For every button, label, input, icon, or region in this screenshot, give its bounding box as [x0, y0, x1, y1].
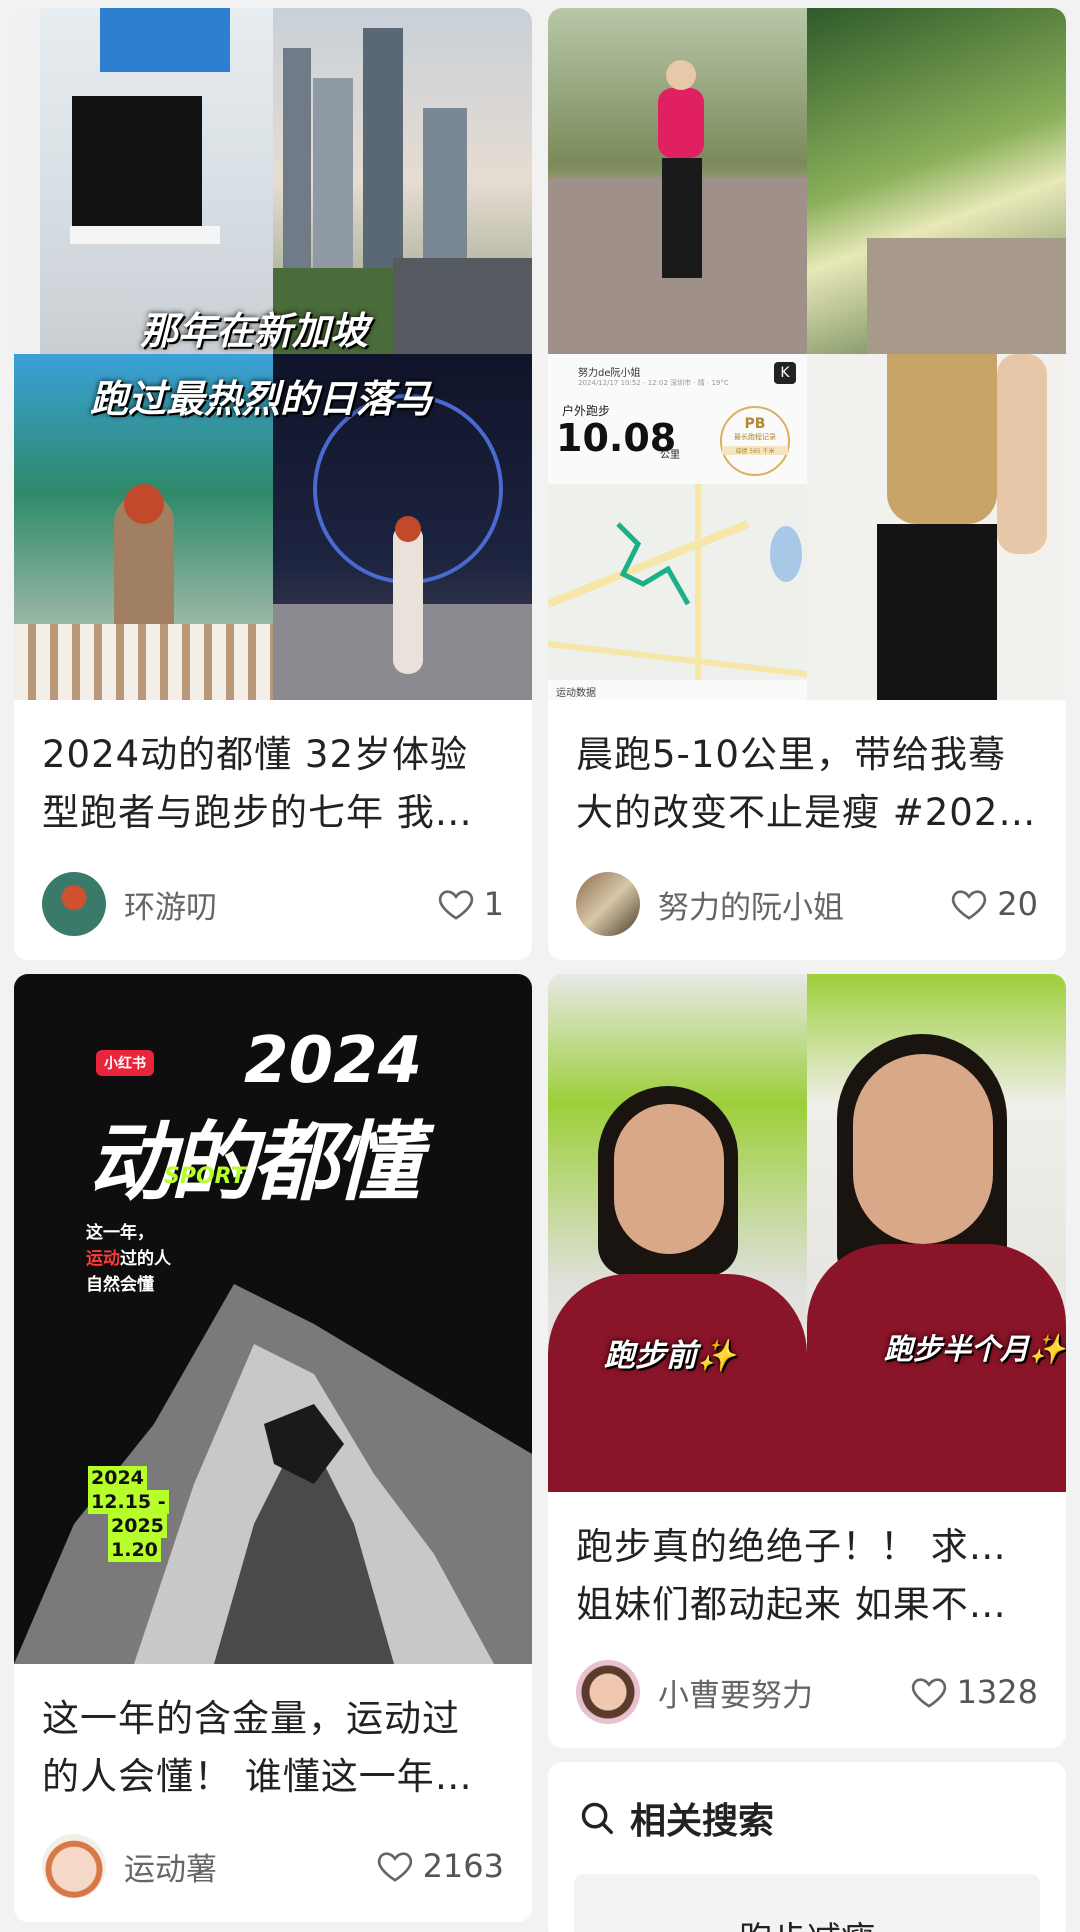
author-name[interactable]: 环游叨 [124, 882, 436, 927]
brand-tag: 小红书 [96, 1050, 154, 1076]
run-user: 努力de阮小姐 [578, 368, 641, 379]
run-unit: 公里 [660, 450, 680, 461]
note-cover-image: 跑步前✨ 跑步半个月✨ [548, 974, 1066, 1492]
image-caption-1: 那年在新加坡 [140, 309, 369, 353]
note-cover-image: 那年在新加坡 跑过最热烈的日落马 [14, 8, 532, 700]
note-meta: 运动薯 2163 [42, 1834, 504, 1898]
run-record-screenshot: 努力de阮小姐 2024/12/17 10:52 - 12:02 深圳市 · 晴… [548, 354, 807, 700]
photo-outfit [807, 354, 1066, 700]
app-logo: K [774, 362, 796, 384]
note-title: 这一年的含金量，运动过 的人会懂！ 谁懂这一年… [42, 1697, 473, 1798]
author-name[interactable]: 运动薯 [124, 1844, 375, 1889]
like-button[interactable]: 2163 [375, 1846, 504, 1886]
like-button[interactable]: 1 [436, 884, 504, 924]
search-icon [581, 1802, 613, 1834]
note-card[interactable]: 跑步前✨ 跑步半个月✨ 跑步真的绝绝子！！ 求求了 姐妹们都动起来 如果不… 小… [548, 974, 1066, 1748]
related-search-chip[interactable]: 跑步减瘦 [574, 1874, 1040, 1932]
note-title: 晨跑5-10公里，带给我蓦 大的改变不止是瘦 #202… [576, 733, 1037, 834]
like-count: 20 [997, 885, 1038, 923]
author-name[interactable]: 努力的阮小姐 [658, 882, 949, 927]
poster-title: 动的都懂 [88, 1113, 420, 1213]
pixel-mountain [14, 1224, 532, 1664]
note-card[interactable]: 小红书 2024 动的都懂 SPORT 这一年， 运动过的人 自然会懂 2024… [14, 974, 532, 1922]
run-date: 2024/12/17 10:52 - 12:02 深圳市 · 晴 · 19°C [578, 379, 729, 387]
like-button[interactable]: 20 [949, 884, 1038, 924]
heart-icon [911, 1678, 946, 1708]
related-searches-title: 相关搜索 [630, 1801, 775, 1842]
note-meta: 环游叨 1 [42, 872, 504, 936]
poster-year: 2024 [244, 1024, 423, 1098]
photo-before [548, 974, 807, 1492]
heart-icon [377, 1852, 412, 1882]
note-card[interactable]: 努力de阮小姐 2024/12/17 10:52 - 12:02 深圳市 · 晴… [548, 8, 1066, 960]
before-label: 跑步前✨ [604, 1338, 736, 1374]
like-count: 2163 [422, 1847, 504, 1885]
note-meta: 小曹要努力 1328 [576, 1660, 1038, 1724]
like-count: 1 [483, 885, 504, 923]
poster-dates: 2024 12.15 - 2025 1.20 [88, 1466, 169, 1562]
image-caption-2: 跑过最热烈的日落马 [90, 377, 433, 421]
poster-sport: SPORT [164, 1164, 246, 1189]
avatar[interactable] [576, 1660, 640, 1724]
run-map [548, 484, 807, 680]
photo-after [807, 974, 1066, 1492]
run-footer: 运动数据 [556, 688, 596, 699]
related-searches: 相关搜索 跑步减瘦 [548, 1762, 1066, 1932]
avatar[interactable] [42, 872, 106, 936]
avatar[interactable] [42, 1834, 106, 1898]
note-meta: 努力的阮小姐 20 [576, 872, 1038, 936]
note-title: 2024动的都懂 32岁体验 型跑者与跑步的七年 我… [42, 733, 473, 834]
note-feed: 那年在新加坡 跑过最热烈的日落马 2024动的都懂 32岁体验 型跑者与跑步的七… [0, 0, 1080, 1932]
photo-park [807, 8, 1066, 354]
note-card[interactable]: 那年在新加坡 跑过最热烈的日落马 2024动的都懂 32岁体验 型跑者与跑步的七… [14, 8, 532, 960]
like-count: 1328 [956, 1673, 1038, 1711]
heart-icon [438, 890, 473, 920]
photo-runner [548, 8, 807, 354]
run-distance: 10.08 [556, 416, 677, 460]
note-title: 跑步真的绝绝子！！ 求求了 姐妹们都动起来 如果不… [576, 1525, 1038, 1626]
related-searches-header: 相关搜索 [548, 1762, 1066, 1844]
note-cover-image: 努力de阮小姐 2024/12/17 10:52 - 12:02 深圳市 · 晴… [548, 8, 1066, 700]
after-label: 跑步半个月✨ [884, 1332, 1066, 1366]
note-cover-image: 小红书 2024 动的都懂 SPORT 这一年， 运动过的人 自然会懂 2024… [14, 974, 532, 1664]
avatar[interactable] [576, 872, 640, 936]
like-button[interactable]: 1328 [909, 1672, 1038, 1712]
author-name[interactable]: 小曹要努力 [658, 1670, 909, 1715]
heart-icon [952, 890, 987, 920]
pb-badge: PB 最长跑程记录 成绩 565 千米 [720, 406, 790, 476]
